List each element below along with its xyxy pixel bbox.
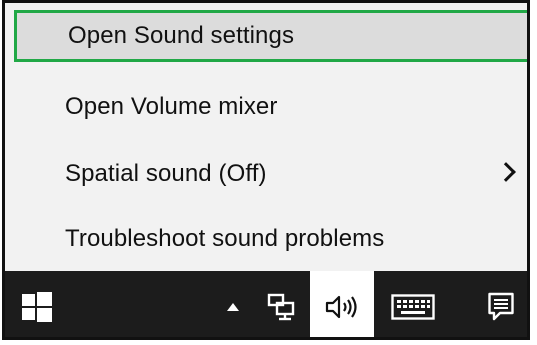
menu-item-open-volume-mixer[interactable]: Open Volume mixer [17,81,527,133]
taskbar [5,271,527,337]
touch-keyboard-icon[interactable] [385,271,441,337]
menu-item-label: Troubleshoot sound problems [65,225,385,252]
menu-item-open-sound-settings[interactable]: Open Sound settings [14,10,527,62]
action-center-notifications-icon[interactable] [481,271,521,337]
windows-start-icon[interactable] [15,271,59,337]
sound-context-menu: Open Sound settings Open Volume mixer Sp… [5,3,527,268]
sound-context-menu-window: Open Sound settings Open Volume mixer Sp… [2,0,530,340]
network-icon[interactable] [261,271,303,337]
chevron-right-icon [496,162,516,182]
menu-item-label: Spatial sound (Off) [65,160,267,187]
menu-item-troubleshoot-sound-problems[interactable]: Troubleshoot sound problems [17,213,527,265]
menu-item-label: Open Sound settings [68,22,295,49]
menu-item-label: Open Volume mixer [65,93,278,120]
menu-item-spatial-sound[interactable]: Spatial sound (Off) [17,148,527,200]
show-hidden-icons-arrow-icon[interactable] [222,271,244,337]
volume-speaker-icon[interactable] [310,271,374,337]
